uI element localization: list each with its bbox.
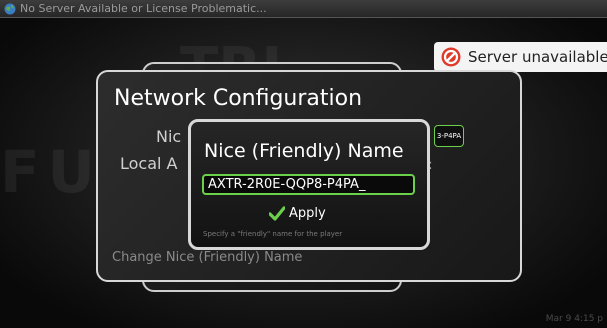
window-titlebar: No Server Available or License Problemat… xyxy=(0,0,607,18)
friendly-name-dialog: Nice (Friendly) Name Apply Specify a "fr… xyxy=(188,119,430,250)
player-screen: TRI FU CH Server unavailable Network Con… xyxy=(0,18,607,328)
dialog-hint: Specify a "friendly" name for the player xyxy=(203,230,343,238)
nice-name-value: 3-P4PA xyxy=(434,125,464,147)
apply-button-label: Apply xyxy=(289,206,326,221)
apply-button[interactable]: Apply xyxy=(269,204,349,224)
window-title: No Server Available or License Problemat… xyxy=(20,2,267,15)
friendly-name-input[interactable] xyxy=(202,174,415,195)
local-address-row-label[interactable]: Local A xyxy=(120,154,178,173)
checkmark-icon xyxy=(269,206,285,221)
clock: Mar 9 4:15 p xyxy=(545,314,603,324)
panel-help-text: Change Nice (Friendly) Name xyxy=(112,250,303,265)
no-entry-icon xyxy=(441,47,461,67)
dialog-title: Nice (Friendly) Name xyxy=(204,140,404,162)
app-globe-icon xyxy=(4,3,16,15)
nice-name-row-label[interactable]: Nic xyxy=(156,127,181,146)
server-status-badge: Server unavailable xyxy=(434,42,607,72)
panel-title: Network Configuration xyxy=(114,86,363,111)
server-status-text: Server unavailable xyxy=(468,48,607,66)
